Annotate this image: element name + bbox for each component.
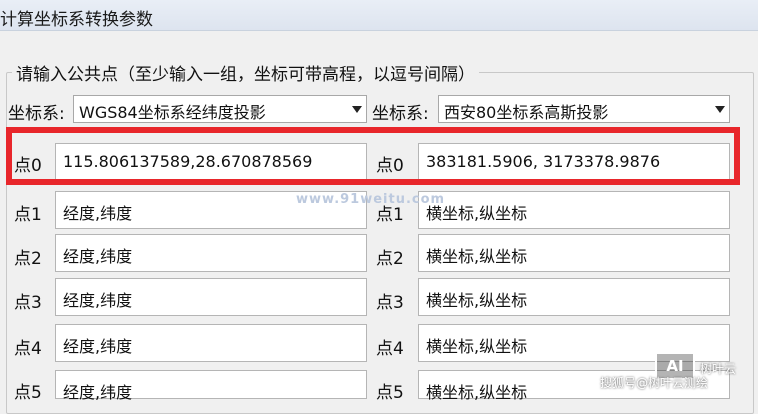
title-bar: 计算坐标系转换参数 [0,0,758,31]
left-point-field-2[interactable]: 经度,纬度 [55,234,367,272]
right-coord-system-label: 坐标系: [372,104,429,124]
chevron-down-icon [352,106,362,113]
left-point-label-3: 点3 [14,293,42,313]
left-coord-system-label: 坐标系: [8,104,65,124]
right-point-label-3: 点3 [376,293,404,313]
window-title: 计算坐标系转换参数 [0,10,153,30]
left-point-label-5: 点5 [14,383,42,403]
right-point-value-5: 横坐标,纵坐标 [426,383,528,402]
right-point-label-5: 点5 [376,383,404,403]
right-point-value-2: 横坐标,纵坐标 [426,247,528,266]
left-coord-system-select[interactable]: WGS84坐标系经纬度投影 [73,95,367,123]
sohu-watermark: 搜狐号@树叶云测绘 [600,376,709,390]
left-point-value-4: 经度,纬度 [63,337,133,356]
left-point-value-2: 经度,纬度 [63,247,133,266]
highlight-box [6,127,740,185]
right-point-label-2: 点2 [376,249,404,269]
right-coord-system-value: 西安80坐标系高斯投影 [444,103,609,122]
left-point-field-5[interactable]: 经度,纬度 [55,370,367,402]
left-point-value-3: 经度,纬度 [63,291,133,310]
right-point-value-4: 横坐标,纵坐标 [426,337,528,356]
left-point-field-4[interactable]: 经度,纬度 [55,324,367,362]
right-point-label-4: 点4 [376,339,404,359]
right-point-field-1[interactable]: 横坐标,纵坐标 [418,191,730,229]
left-point-label-4: 点4 [14,339,42,359]
chevron-down-icon [715,106,725,113]
groupbox-legend: 请输入公共点（至少输入一组，坐标可带高程，以逗号间隔） [12,60,479,85]
left-coord-system-value: WGS84坐标系经纬度投影 [79,103,266,122]
left-point-label-2: 点2 [14,249,42,269]
right-coord-system-select[interactable]: 西安80坐标系高斯投影 [438,95,730,123]
left-point-field-3[interactable]: 经度,纬度 [55,278,367,316]
left-point-value-1: 经度,纬度 [63,204,133,223]
right-point-field-2[interactable]: 横坐标,纵坐标 [418,234,730,272]
right-point-value-3: 横坐标,纵坐标 [426,291,528,310]
left-point-value-5: 经度,纬度 [63,383,133,402]
right-point-field-3[interactable]: 横坐标,纵坐标 [418,278,730,316]
site-watermark: www.91weitu.com [296,192,446,207]
left-point-label-1: 点1 [14,205,42,225]
